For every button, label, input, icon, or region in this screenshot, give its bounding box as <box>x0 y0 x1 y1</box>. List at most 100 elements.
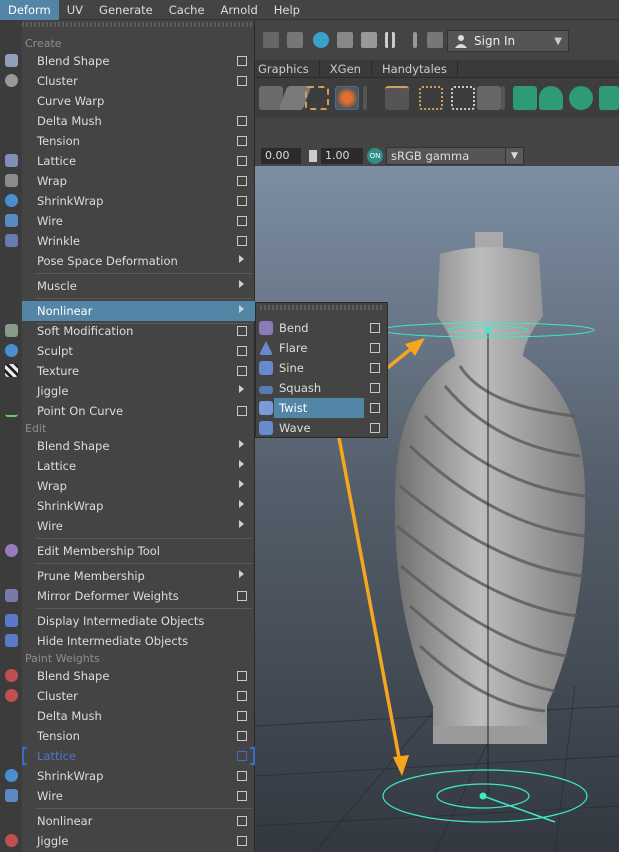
option-box[interactable] <box>237 771 247 781</box>
menu-arnold[interactable]: Arnold <box>213 0 266 20</box>
menu-item-paint-blend-shape[interactable]: Blend Shape <box>22 666 255 686</box>
tab-xgen[interactable]: XGen <box>320 60 372 77</box>
tab-handytales[interactable]: Handytales <box>372 60 458 77</box>
option-box[interactable] <box>237 236 247 246</box>
menu-item-edit-blend-shape[interactable]: Blend Shape <box>22 436 255 456</box>
option-box[interactable] <box>237 176 247 186</box>
option-box[interactable] <box>237 836 247 846</box>
menu-item-wire[interactable]: Wire <box>22 211 255 231</box>
lasso-icon[interactable] <box>361 32 377 48</box>
option-box[interactable] <box>370 363 380 373</box>
submenu-item-sine[interactable]: Sine <box>256 358 387 378</box>
submenu-item-twist[interactable]: Twist <box>274 398 380 418</box>
menu-item-paint-shrinkwrap[interactable]: ShrinkWrap <box>22 766 255 786</box>
option-box[interactable] <box>237 816 247 826</box>
snapshot-icon[interactable] <box>337 32 353 48</box>
option-box[interactable] <box>237 751 247 761</box>
menu-item-edit-lattice[interactable]: Lattice <box>22 456 255 476</box>
option-box[interactable] <box>237 406 247 416</box>
menu-item-pose-space-deformation[interactable]: Pose Space Deformation <box>22 251 255 271</box>
menu-item-prune-membership[interactable]: Prune Membership <box>22 566 255 586</box>
menu-item-edit-wire[interactable]: Wire <box>22 516 255 536</box>
shelf-poly-cone-icon[interactable] <box>599 86 619 110</box>
menu-item-display-intermediate-objects[interactable]: Display Intermediate Objects <box>22 611 255 631</box>
option-box[interactable] <box>237 196 247 206</box>
option-box[interactable] <box>237 56 247 66</box>
shelf-poly-sphere-icon[interactable] <box>569 86 593 110</box>
option-box[interactable] <box>237 671 247 681</box>
menu-item-paint-cluster[interactable]: Cluster <box>22 686 255 706</box>
cluster-icon[interactable] <box>451 86 475 110</box>
option-box[interactable] <box>237 136 247 146</box>
option-box[interactable] <box>237 116 247 126</box>
menu-deform[interactable]: Deform <box>0 0 59 20</box>
shelf-cluster-icon[interactable] <box>419 86 443 110</box>
menu-item-edit-membership-tool[interactable]: Edit Membership Tool <box>22 541 255 561</box>
menu-item-lattice[interactable]: Lattice <box>22 151 255 171</box>
shelf-bbox-icon[interactable] <box>305 86 329 110</box>
pause-icon[interactable] <box>385 32 395 48</box>
ipr-render-icon[interactable] <box>263 32 279 48</box>
option-box[interactable] <box>237 216 247 226</box>
menu-item-paint-nonlinear[interactable]: Nonlinear <box>22 811 255 831</box>
option-box[interactable] <box>370 323 380 333</box>
submenu-item-squash[interactable]: Squash <box>256 378 387 398</box>
hypershade-icon[interactable] <box>313 32 329 48</box>
menu-item-sculpt[interactable]: Sculpt <box>22 341 255 361</box>
menu-item-mirror-deformer-weights[interactable]: Mirror Deformer Weights <box>22 586 255 606</box>
option-box[interactable] <box>237 156 247 166</box>
menu-item-point-on-curve[interactable]: Point On Curve <box>22 401 255 421</box>
lattice-icon[interactable] <box>335 86 359 110</box>
menu-help[interactable]: Help <box>266 0 308 20</box>
render-settings-icon[interactable] <box>287 32 303 48</box>
shelf-pen-icon[interactable] <box>477 86 501 110</box>
option-box[interactable] <box>237 791 247 801</box>
option-box[interactable] <box>370 383 380 393</box>
menu-uv[interactable]: UV <box>59 0 91 20</box>
option-box[interactable] <box>237 691 247 701</box>
option-box[interactable] <box>237 346 247 356</box>
menu-item-paint-jiggle[interactable]: Jiggle <box>22 831 255 851</box>
color-space-select[interactable]: sRGB gamma ▼ <box>386 147 524 165</box>
tear-off-handle[interactable] <box>260 305 383 310</box>
menu-item-delta-mush[interactable]: Delta Mush <box>22 111 255 131</box>
submenu-item-flare[interactable]: Flare <box>256 338 387 358</box>
sign-in-button[interactable]: Sign In ▼ <box>447 30 569 52</box>
menu-item-wrinkle[interactable]: Wrinkle <box>22 231 255 251</box>
shelf-poly-cylinder-icon[interactable] <box>539 86 563 110</box>
menu-item-paint-lattice[interactable]: Lattice <box>22 746 255 766</box>
menu-item-edit-shrinkwrap[interactable]: ShrinkWrap <box>22 496 255 516</box>
option-box[interactable] <box>237 326 247 336</box>
shelf-poly-cube-icon[interactable] <box>513 86 537 110</box>
option-box[interactable] <box>237 591 247 601</box>
option-box[interactable] <box>370 423 380 433</box>
menu-item-curve-warp[interactable]: Curve Warp <box>22 91 255 111</box>
menu-cache[interactable]: Cache <box>161 0 213 20</box>
menu-item-shrinkwrap[interactable]: ShrinkWrap <box>22 191 255 211</box>
menu-item-blend-shape[interactable]: Blend Shape <box>22 51 255 71</box>
option-box[interactable] <box>370 403 380 413</box>
menu-item-soft-modification[interactable]: Soft Modification <box>22 321 255 341</box>
option-box[interactable] <box>237 711 247 721</box>
3d-viewport[interactable] <box>255 166 619 852</box>
option-box[interactable] <box>237 366 247 376</box>
option-box[interactable] <box>237 731 247 741</box>
menu-item-hide-intermediate-objects[interactable]: Hide Intermediate Objects <box>22 631 255 651</box>
menu-item-paint-tension[interactable]: Tension <box>22 726 255 746</box>
menu-item-edit-wrap[interactable]: Wrap <box>22 476 255 496</box>
menu-item-tension[interactable]: Tension <box>22 131 255 151</box>
tab-graphics[interactable]: Graphics <box>255 60 320 77</box>
menu-item-jiggle[interactable]: Jiggle <box>22 381 255 401</box>
menu-item-muscle[interactable]: Muscle <box>22 276 255 296</box>
submenu-item-wave[interactable]: Wave <box>256 418 387 438</box>
exposure-field[interactable]: 0.00 <box>261 148 301 164</box>
menu-item-cluster[interactable]: Cluster <box>22 71 255 91</box>
menu-generate[interactable]: Generate <box>91 0 161 20</box>
tear-off-handle[interactable] <box>22 22 252 27</box>
menu-item-nonlinear[interactable]: Nonlinear <box>22 301 255 321</box>
option-box[interactable] <box>237 76 247 86</box>
menu-item-texture[interactable]: Texture <box>22 361 255 381</box>
option-box[interactable] <box>370 343 380 353</box>
menu-item-wrap[interactable]: Wrap <box>22 171 255 191</box>
menu-item-paint-wire[interactable]: Wire <box>22 786 255 806</box>
